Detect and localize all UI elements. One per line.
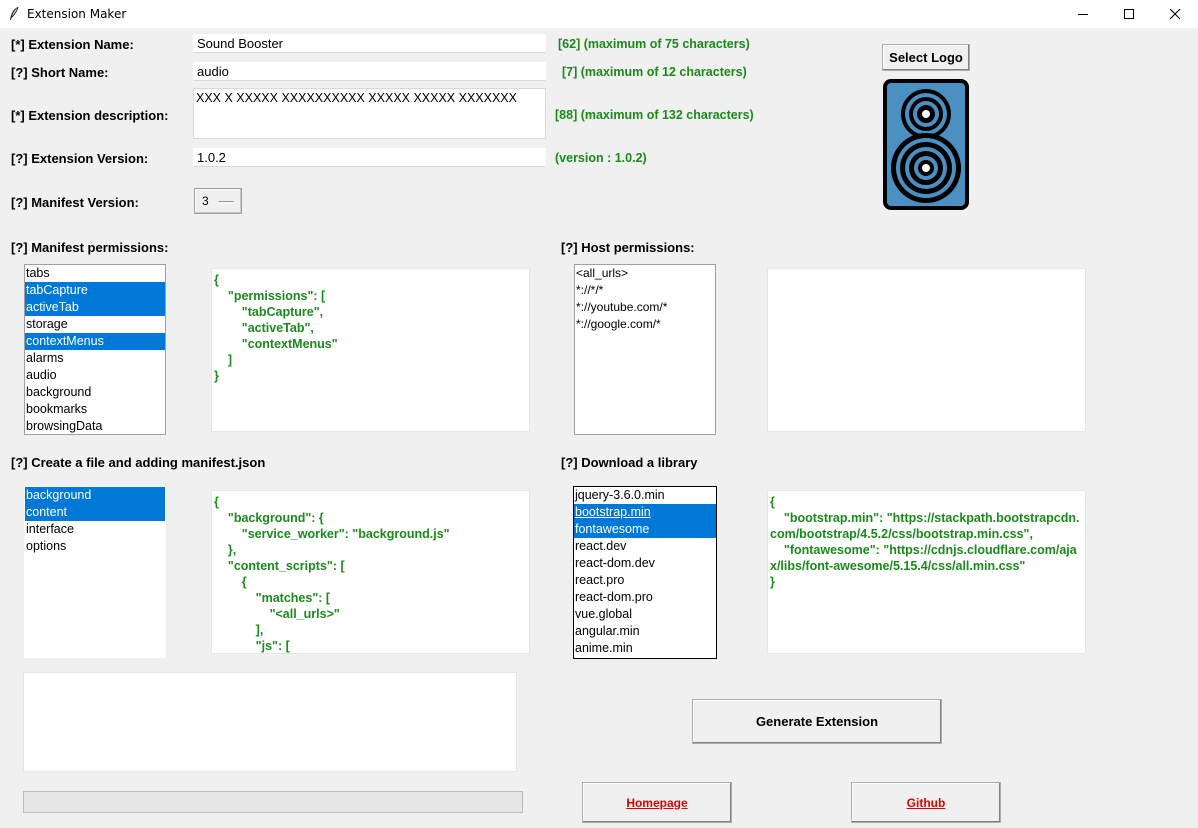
description-hint: [88] (maximum of 132 characters)	[555, 108, 754, 122]
manifest-permissions-label: [?] Manifest permissions:	[11, 240, 169, 255]
list-item[interactable]: browsingData	[25, 418, 165, 434]
list-item[interactable]: options	[25, 538, 165, 555]
list-item[interactable]: storage	[25, 316, 165, 333]
list-item[interactable]: background	[25, 384, 165, 401]
manifest-version-value: 3	[202, 194, 209, 208]
manifest-version-label: [?] Manifest Version:	[11, 195, 139, 210]
homepage-link[interactable]: Homepage	[582, 782, 732, 823]
list-item[interactable]: vue.global	[574, 606, 716, 623]
list-item[interactable]: interface	[25, 521, 165, 538]
library-list[interactable]: jquery-3.6.0.min bootstrap.min fontaweso…	[573, 486, 717, 659]
host-permissions-list[interactable]: <all_urls> *://*/* *://youtube.com/* *:/…	[574, 264, 716, 435]
host-permissions-json[interactable]	[767, 268, 1086, 432]
list-item[interactable]: bootstrap.min	[574, 504, 716, 521]
window-title: Extension Maker	[27, 7, 127, 21]
github-link[interactable]: Github	[851, 782, 1001, 823]
close-icon	[1169, 8, 1180, 19]
minimize-icon	[1077, 13, 1088, 15]
host-permissions-label: [?] Host permissions:	[561, 240, 695, 255]
progress-bar	[23, 791, 523, 813]
list-item[interactable]: tabCapture	[25, 282, 165, 299]
list-item[interactable]: bookmarks	[25, 401, 165, 418]
title-bar: Extension Maker	[0, 0, 1198, 28]
manifest-permissions-list[interactable]: tabs tabCapture activeTab storage contex…	[24, 264, 166, 435]
list-item[interactable]: angular.min	[574, 623, 716, 640]
select-logo-button[interactable]: Select Logo	[882, 44, 970, 71]
short-name-input[interactable]: audio	[193, 62, 546, 81]
list-item[interactable]: audio	[25, 367, 165, 384]
manifest-version-select[interactable]: 3	[194, 188, 242, 214]
manifest-permissions-json[interactable]: { "permissions": [ "tabCapture", "active…	[211, 268, 530, 432]
version-input[interactable]: 1.0.2	[193, 148, 546, 167]
list-item[interactable]: <all_urls>	[575, 265, 715, 282]
list-item[interactable]: fontawesome	[574, 521, 716, 538]
dropdown-indicator-icon	[219, 201, 234, 204]
list-item[interactable]: activeTab	[25, 299, 165, 316]
version-label: [?] Extension Version:	[11, 151, 149, 166]
list-item[interactable]: contextMenus	[25, 333, 165, 350]
list-item[interactable]: content	[25, 504, 165, 521]
files-list[interactable]: background content interface options	[24, 486, 166, 658]
list-item[interactable]: tabs	[25, 265, 165, 282]
speaker-icon	[883, 79, 969, 210]
extension-name-label: [*] Extension Name:	[11, 37, 134, 52]
feather-icon	[10, 6, 19, 20]
short-name-label: [?] Short Name:	[11, 65, 109, 80]
list-item[interactable]: *://google.com/*	[575, 316, 715, 333]
description-textarea[interactable]: XXX X XXXXX XXXXXXXXXX XXXXX XXXXX XXXXX…	[193, 88, 546, 139]
list-item[interactable]: react-dom.dev	[574, 555, 716, 572]
maximize-button[interactable]	[1106, 0, 1152, 28]
list-item[interactable]: react.pro	[574, 572, 716, 589]
version-hint: (version : 1.0.2)	[555, 151, 647, 165]
create-file-label: [?] Create a file and adding manifest.js…	[11, 455, 266, 470]
short-name-hint: [7] (maximum of 12 characters)	[562, 65, 747, 79]
list-item[interactable]: react.dev	[574, 538, 716, 555]
close-button[interactable]	[1152, 0, 1198, 28]
list-item[interactable]: anime.min	[574, 640, 716, 657]
files-json[interactable]: { "background": { "service_worker": "bac…	[211, 490, 530, 654]
download-library-label: [?] Download a library	[561, 455, 698, 470]
list-item[interactable]: react-dom.pro	[574, 589, 716, 606]
log-textarea[interactable]	[23, 672, 517, 772]
extension-name-hint: [62] (maximum of 75 characters)	[558, 37, 750, 51]
maximize-icon	[1123, 8, 1134, 19]
list-item[interactable]: alarms	[25, 350, 165, 367]
list-item[interactable]: *://youtube.com/*	[575, 299, 715, 316]
extension-name-input[interactable]: Sound Booster	[193, 34, 546, 53]
minimize-button[interactable]	[1060, 0, 1106, 28]
library-json[interactable]: { "bootstrap.min": "https://stackpath.bo…	[767, 490, 1086, 654]
list-item[interactable]: jquery-3.6.0.min	[574, 487, 716, 504]
list-item[interactable]: *://*/*	[575, 282, 715, 299]
generate-extension-button[interactable]: Generate Extension	[692, 699, 942, 744]
list-item[interactable]: background	[25, 487, 165, 504]
description-label: [*] Extension description:	[11, 108, 169, 123]
